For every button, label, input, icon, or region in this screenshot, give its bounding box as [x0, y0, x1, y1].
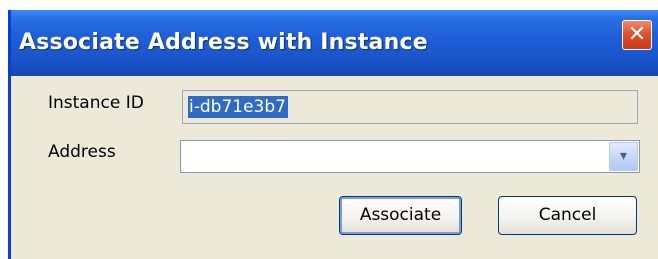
instance-id-field[interactable]: i-db71e3b7 [182, 90, 638, 124]
close-icon: ✕ [627, 22, 647, 47]
address-dropdown-button[interactable]: ▾ [609, 142, 638, 171]
address-label: Address [48, 142, 116, 162]
dialog-title: Associate Address with Instance [19, 30, 428, 55]
cancel-button-label: Cancel [538, 205, 597, 225]
instance-id-label: Instance ID [48, 93, 144, 113]
associate-button[interactable]: Associate [339, 196, 462, 235]
chevron-down-icon: ▾ [619, 148, 628, 164]
title-bar[interactable]: Associate Address with Instance [11, 10, 658, 76]
close-button[interactable]: ✕ [622, 20, 652, 50]
instance-id-value: i-db71e3b7 [188, 96, 288, 118]
address-select[interactable]: ▾ [180, 140, 640, 173]
associate-button-label: Associate [359, 205, 442, 225]
cancel-button[interactable]: Cancel [498, 196, 637, 235]
